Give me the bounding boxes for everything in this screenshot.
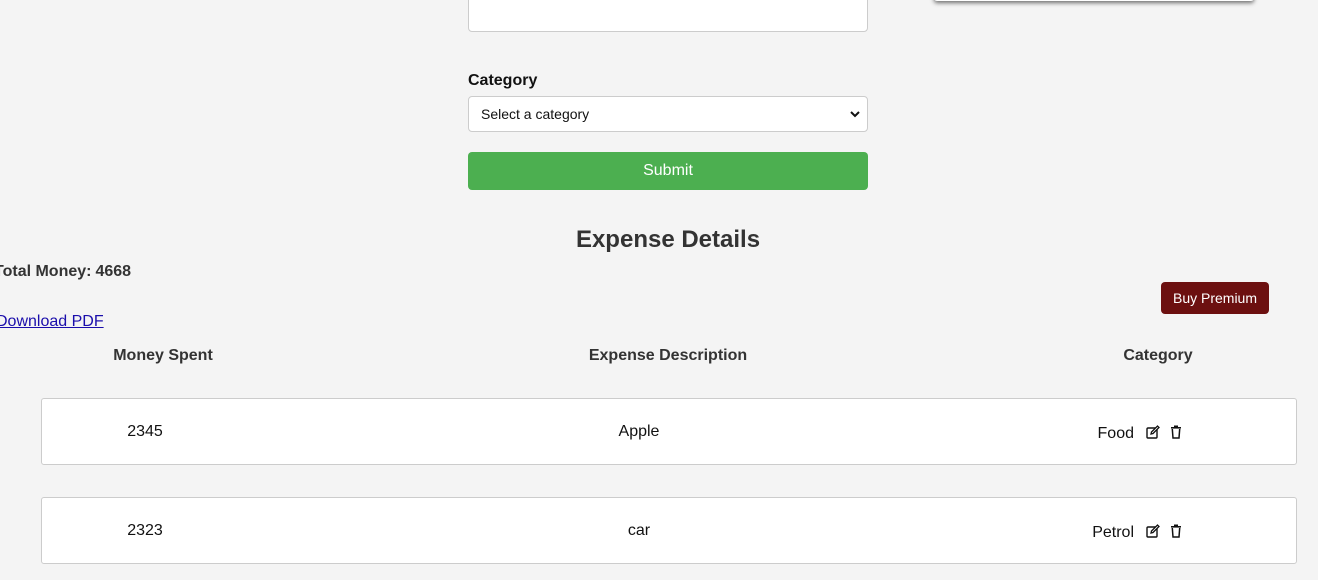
floating-panel [934,0,1254,1]
row-description: Apple [618,422,660,440]
total-money: Total Money: 4668 [0,263,131,281]
row-money: 2323 [127,521,163,539]
category-select-value: Select a category [481,106,590,122]
download-pdf-link[interactable]: Download PDF [0,313,104,331]
row-category-cell: Petrol [1092,498,1186,563]
edit-icon[interactable] [1143,521,1163,541]
header-expense-description: Expense Description [588,347,748,364]
trash-icon[interactable] [1166,422,1186,442]
row-money: 2345 [127,422,163,440]
table-row: 2323 car Petrol [41,497,1297,564]
header-money-spent: Money Spent [113,347,213,364]
expense-details-heading: Expense Details [575,226,761,253]
chevron-down-icon [850,111,860,118]
edit-icon[interactable] [1143,422,1163,442]
row-category: Petrol [1092,523,1134,541]
row-category: Food [1097,424,1134,442]
category-select[interactable]: Select a category [468,96,868,132]
total-money-value: 4668 [95,263,132,280]
expense-page: Category Select a category Submit Expens… [0,0,1318,580]
submit-button[interactable]: Submit [468,152,868,190]
row-category-cell: Food [1098,399,1186,464]
buy-premium-button[interactable]: Buy Premium [1161,282,1269,314]
description-textarea[interactable] [468,0,868,32]
table-row: 2345 Apple Food [41,398,1297,465]
header-category: Category [1123,347,1193,364]
total-money-label: Total Money: [0,263,92,280]
trash-icon[interactable] [1166,521,1186,541]
category-label: Category [468,72,538,89]
row-description: car [627,521,651,539]
